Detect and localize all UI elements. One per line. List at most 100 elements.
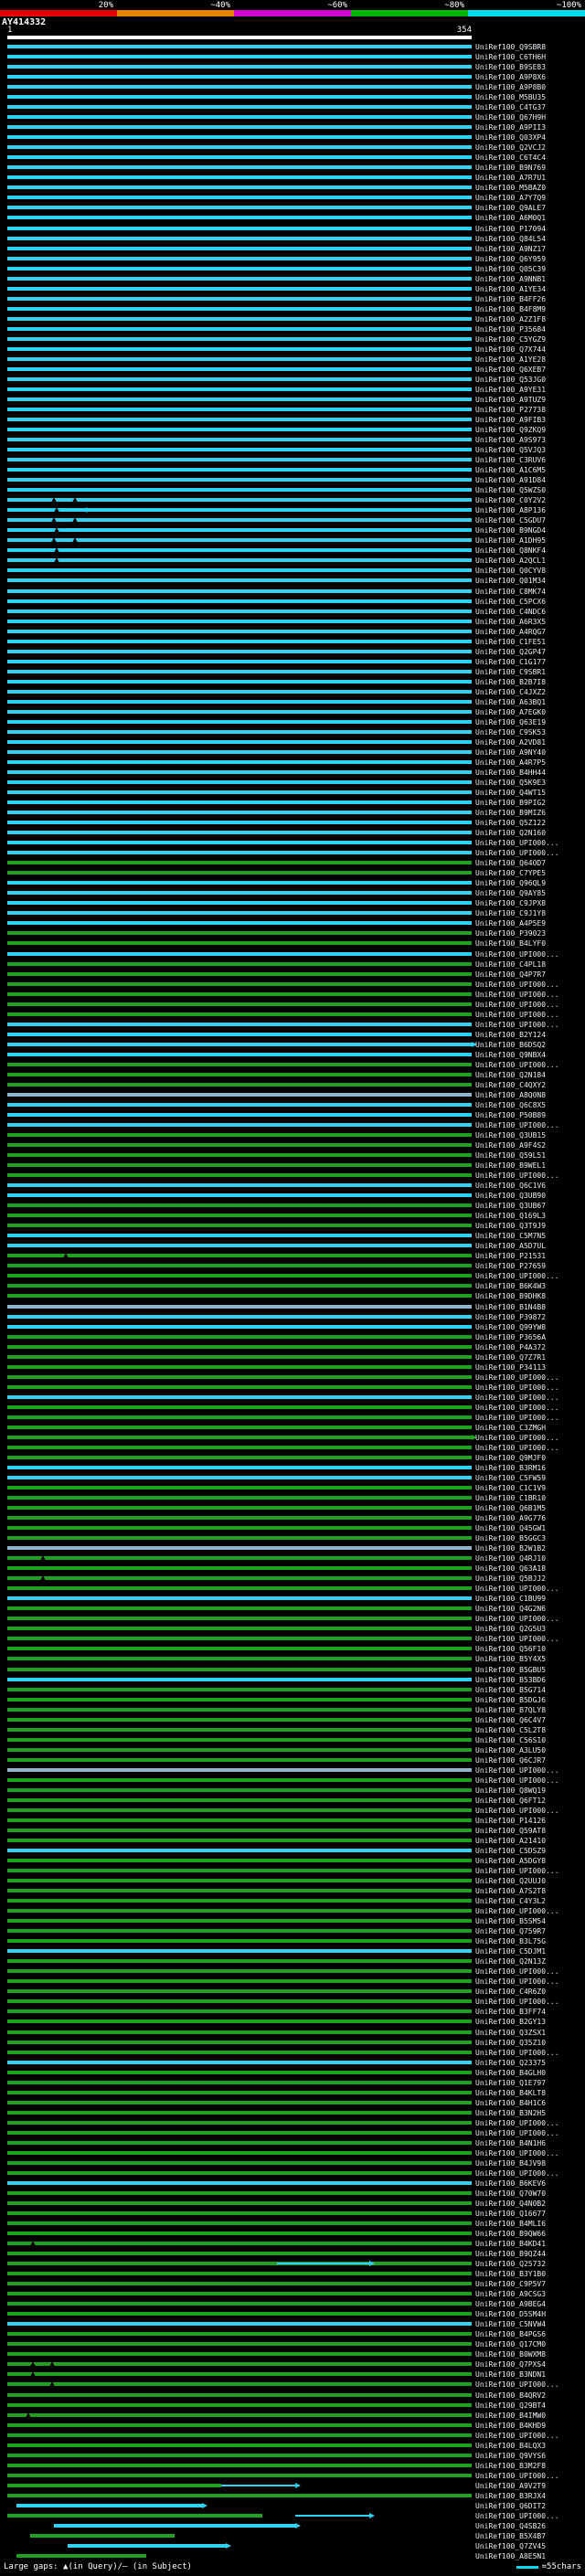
hit-label[interactable]: UniRef100_Q2N184 <box>475 1071 546 1079</box>
hit-bar[interactable] <box>7 266 472 270</box>
hit-bar[interactable] <box>7 1344 472 1349</box>
hit-bar[interactable] <box>7 1234 472 1238</box>
hit-label[interactable]: UniRef100_P21531 <box>475 1252 546 1260</box>
hit-bar[interactable] <box>7 2352 472 2357</box>
hit-bar[interactable] <box>7 2362 472 2367</box>
hit-label[interactable]: UniRef100_UPI000... <box>475 1394 559 1402</box>
hit-label[interactable]: UniRef100_C1G177 <box>475 658 546 666</box>
hit-bar[interactable] <box>7 1374 472 1379</box>
hit-label[interactable]: UniRef100_UPI000... <box>475 1615 559 1623</box>
hit-label[interactable]: UniRef100_C5DSZ9 <box>475 1847 546 1855</box>
hit-bar[interactable] <box>7 821 472 825</box>
hit-label[interactable]: UniRef100_C9J1Y8 <box>475 909 546 917</box>
hit-label[interactable]: UniRef100_C5FW59 <box>475 1474 546 1482</box>
hit-bar[interactable] <box>7 1909 472 1913</box>
hit-bar[interactable] <box>7 1586 472 1591</box>
hit-bar[interactable] <box>7 1415 472 1419</box>
hit-label[interactable]: UniRef100_A3LU50 <box>475 1746 546 1754</box>
hit-label[interactable]: UniRef100_UPI000... <box>475 1585 559 1593</box>
hit-label[interactable]: UniRef100_P27738 <box>475 406 546 414</box>
hit-bar[interactable] <box>7 115 472 120</box>
hit-bar[interactable] <box>7 931 472 936</box>
hit-bar[interactable] <box>7 85 472 90</box>
hit-bar[interactable] <box>7 1576 472 1581</box>
hit-label[interactable]: UniRef100_UPI000... <box>475 2380 559 2389</box>
hit-label[interactable]: UniRef100_Q03XP4 <box>475 133 546 142</box>
hit-bar[interactable] <box>7 2463 472 2467</box>
hit-bar[interactable] <box>7 609 472 613</box>
hit-label[interactable]: UniRef100_Q59AT8 <box>475 1827 546 1835</box>
hit-bar[interactable] <box>7 851 472 855</box>
hit-bar[interactable] <box>7 2040 472 2044</box>
hit-bar[interactable] <box>7 1324 472 1329</box>
hit-bar[interactable] <box>7 2473 472 2477</box>
hit-label[interactable]: UniRef100_P50B89 <box>475 1111 546 1119</box>
hit-label[interactable]: UniRef100_Q6C8X5 <box>475 1101 546 1109</box>
hit-bar[interactable] <box>7 528 472 533</box>
hit-label[interactable]: UniRef100_Q01M34 <box>475 577 546 585</box>
hit-label[interactable]: UniRef100_UPI000... <box>475 1907 559 1915</box>
hit-bar[interactable] <box>7 387 472 391</box>
hit-bar[interactable] <box>7 1606 472 1611</box>
hit-label[interactable]: UniRef100_Q9AY85 <box>475 889 546 897</box>
hit-bar[interactable] <box>7 1657 472 1661</box>
hit-label[interactable]: UniRef100_Q99YW8 <box>475 1323 546 1331</box>
hit-bar[interactable] <box>7 679 472 684</box>
hit-label[interactable]: UniRef100_Q6Y959 <box>475 255 546 263</box>
hit-label[interactable]: UniRef100_A7EGK0 <box>475 708 546 716</box>
hit-label[interactable]: UniRef100_Q6B1M5 <box>475 1504 546 1512</box>
hit-bar[interactable] <box>7 1787 472 1792</box>
hit-label[interactable]: UniRef100_Q56F10 <box>475 1645 546 1653</box>
hit-label[interactable]: UniRef100_B2B7I8 <box>475 678 546 686</box>
hit-label[interactable]: UniRef100_Q7PXS4 <box>475 2360 546 2369</box>
hit-bar[interactable] <box>7 841 472 845</box>
hit-label[interactable]: UniRef100_A9NY40 <box>475 748 546 757</box>
hit-label[interactable]: UniRef100_Q9NBX4 <box>475 1051 546 1059</box>
hit-label[interactable]: UniRef100_Q4N0B2 <box>475 2200 546 2208</box>
hit-bar[interactable] <box>7 1294 472 1299</box>
hit-bar[interactable] <box>7 1617 472 1621</box>
hit-label[interactable]: UniRef100_Q6CJR7 <box>475 1756 546 1765</box>
hit-bar[interactable] <box>7 336 472 341</box>
hit-bar[interactable] <box>7 186 472 190</box>
hit-bar[interactable] <box>7 2200 472 2205</box>
hit-label[interactable]: UniRef100_A5D7UL <box>475 1242 546 1250</box>
hit-label[interactable]: UniRef100_A6M0Q1 <box>475 214 546 222</box>
hit-bar[interactable] <box>7 196 472 200</box>
hit-bar[interactable] <box>7 749 472 754</box>
hit-label[interactable]: UniRef100_A2Z1F8 <box>475 315 546 323</box>
hit-bar[interactable] <box>7 629 472 633</box>
hit-bar[interactable] <box>7 709 472 714</box>
hit-bar[interactable] <box>7 2493 472 2497</box>
hit-label[interactable]: UniRef100_C4JXZ2 <box>475 688 546 696</box>
hit-bar[interactable] <box>7 1737 472 1742</box>
hit-label[interactable]: UniRef100_Q169L3 <box>475 1212 546 1220</box>
hit-bar[interactable] <box>7 1566 472 1571</box>
hit-label[interactable]: UniRef100_P17094 <box>475 225 546 233</box>
hit-label[interactable]: UniRef100_C5PCX6 <box>475 598 546 606</box>
hit-bar[interactable] <box>7 286 472 291</box>
hit-label[interactable]: UniRef100_B2W1B2 <box>475 1544 546 1553</box>
hit-bar[interactable] <box>7 376 472 381</box>
hit-label[interactable]: UniRef100_C4NDC6 <box>475 608 546 616</box>
hit-label[interactable]: UniRef100_B3L75G <box>475 1937 546 1945</box>
hit-label[interactable]: UniRef100_C9SK53 <box>475 728 546 737</box>
hit-label[interactable]: UniRef100_Q67H9H <box>475 113 546 122</box>
hit-bar[interactable] <box>7 921 472 926</box>
hit-label[interactable]: UniRef100_Q17CM0 <box>475 2340 546 2348</box>
hit-bar[interactable] <box>7 800 472 805</box>
hit-label[interactable]: UniRef100_Q63E19 <box>475 718 546 726</box>
hit-label[interactable]: UniRef100_Q4RJ10 <box>475 1554 546 1563</box>
hit-bar[interactable] <box>7 155 472 160</box>
hit-label[interactable]: UniRef100_A9G776 <box>475 1514 546 1522</box>
hit-bar[interactable] <box>7 2342 472 2347</box>
hit-label[interactable]: UniRef100_B3FF74 <box>475 2008 546 2016</box>
hit-label[interactable]: UniRef100_B7QLY8 <box>475 1706 546 1714</box>
hit-label[interactable]: UniRef100_A1DH95 <box>475 536 546 545</box>
hit-bar[interactable] <box>7 1767 472 1772</box>
hit-bar[interactable] <box>7 1203 472 1208</box>
hit-bar[interactable] <box>7 1475 472 1479</box>
hit-label[interactable]: UniRef100_Q3UB67 <box>475 1202 546 1210</box>
hit-bar[interactable] <box>7 2292 472 2296</box>
hit-bar[interactable] <box>7 951 472 956</box>
